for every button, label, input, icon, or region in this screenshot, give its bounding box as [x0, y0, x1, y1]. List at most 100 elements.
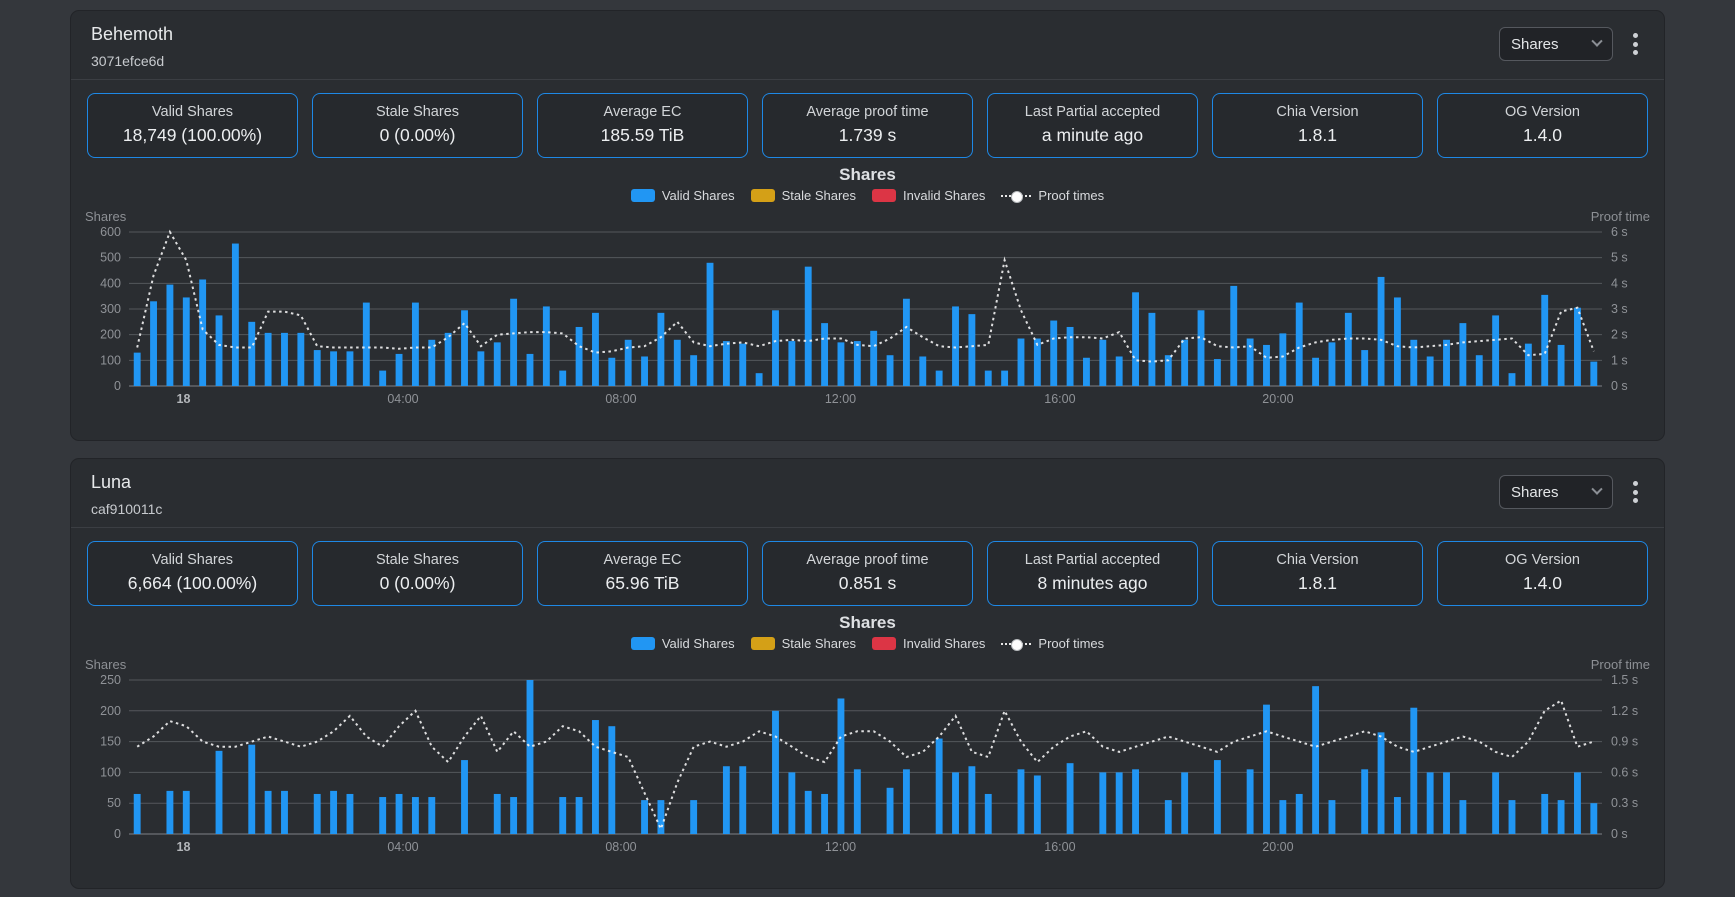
- stat-card-average-ec: Average EC 185.59 TiB: [537, 93, 748, 158]
- svg-text:16:00: 16:00: [1044, 392, 1075, 406]
- proof-times-dot-icon: [1001, 189, 1031, 203]
- svg-text:300: 300: [100, 302, 121, 316]
- harvester-id: 3071efce6d: [91, 53, 173, 69]
- valid-shares-swatch-icon: [631, 189, 655, 202]
- stat-label: Average proof time: [769, 104, 966, 120]
- shares-chart[interactable]: 2502001501005001.5 s1.2 s0.9 s0.6 s0.3 s…: [83, 672, 1652, 858]
- panel-header: Luna caf910011c Shares: [71, 459, 1664, 528]
- harvester-panel-behemoth: Behemoth 3071efce6d Shares Valid Shares …: [70, 10, 1665, 441]
- stat-card-last-partial: Last Partial accepted 8 minutes ago: [987, 541, 1198, 606]
- kebab-menu-icon[interactable]: [1627, 28, 1644, 60]
- svg-text:18: 18: [177, 840, 191, 854]
- stats-row: Valid Shares 6,664 (100.00%) Stale Share…: [87, 541, 1648, 606]
- stat-label: Stale Shares: [319, 552, 516, 568]
- chevron-down-icon: [1591, 36, 1602, 47]
- stat-card-stale-shares: Stale Shares 0 (0.00%): [312, 541, 523, 606]
- stat-value: 185.59 TiB: [544, 125, 741, 146]
- stat-label: Valid Shares: [94, 552, 291, 568]
- svg-text:0: 0: [114, 827, 121, 841]
- chevron-down-icon: [1591, 484, 1602, 495]
- stat-value: 1.4.0: [1444, 125, 1641, 146]
- svg-text:20:00: 20:00: [1262, 840, 1293, 854]
- svg-text:04:00: 04:00: [387, 840, 418, 854]
- chart-title: Shares: [71, 613, 1664, 633]
- svg-text:200: 200: [100, 328, 121, 342]
- svg-text:12:00: 12:00: [825, 392, 856, 406]
- stat-value: 1.739 s: [769, 125, 966, 146]
- svg-text:200: 200: [100, 704, 121, 718]
- chart-view-select[interactable]: Shares: [1499, 27, 1613, 61]
- stale-shares-swatch-icon: [751, 189, 775, 202]
- stale-shares-swatch-icon: [751, 637, 775, 650]
- legend-item-invalid-shares[interactable]: Invalid Shares: [872, 636, 985, 651]
- shares-chart[interactable]: 60050040030020010006 s5 s4 s3 s2 s1 s0 s…: [83, 224, 1652, 410]
- svg-text:4 s: 4 s: [1611, 276, 1628, 290]
- chart-title: Shares: [71, 165, 1664, 185]
- legend-item-stale-shares[interactable]: Stale Shares: [751, 188, 856, 203]
- svg-text:16:00: 16:00: [1044, 840, 1075, 854]
- right-axis-title: Proof time: [1591, 657, 1650, 672]
- legend-item-invalid-shares[interactable]: Invalid Shares: [872, 188, 985, 203]
- stat-value: 1.8.1: [1219, 125, 1416, 146]
- stat-card-valid-shares: Valid Shares 18,749 (100.00%): [87, 93, 298, 158]
- legend-item-valid-shares[interactable]: Valid Shares: [631, 636, 735, 651]
- stat-label: Average proof time: [769, 552, 966, 568]
- stat-card-chia-version: Chia Version 1.8.1: [1212, 541, 1423, 606]
- stat-label: Last Partial accepted: [994, 104, 1191, 120]
- legend-item-valid-shares[interactable]: Valid Shares: [631, 188, 735, 203]
- stat-label: Last Partial accepted: [994, 552, 1191, 568]
- stat-value: 6,664 (100.00%): [94, 573, 291, 594]
- invalid-shares-swatch-icon: [872, 637, 896, 650]
- legend-item-proof-times[interactable]: Proof times: [1001, 188, 1104, 203]
- svg-text:1 s: 1 s: [1611, 353, 1628, 367]
- svg-text:6 s: 6 s: [1611, 225, 1628, 239]
- stat-label: Chia Version: [1219, 104, 1416, 120]
- svg-text:250: 250: [100, 673, 121, 687]
- stat-label: OG Version: [1444, 552, 1641, 568]
- stat-label: Chia Version: [1219, 552, 1416, 568]
- stat-value: 1.8.1: [1219, 573, 1416, 594]
- svg-text:0.6 s: 0.6 s: [1611, 765, 1638, 779]
- invalid-shares-swatch-icon: [872, 189, 896, 202]
- svg-text:3 s: 3 s: [1611, 302, 1628, 316]
- chart-view-select[interactable]: Shares: [1499, 475, 1613, 509]
- stat-card-valid-shares: Valid Shares 6,664 (100.00%): [87, 541, 298, 606]
- svg-text:0.9 s: 0.9 s: [1611, 735, 1638, 749]
- svg-text:04:00: 04:00: [387, 392, 418, 406]
- kebab-menu-icon[interactable]: [1627, 476, 1644, 508]
- legend-item-stale-shares[interactable]: Stale Shares: [751, 636, 856, 651]
- svg-text:20:00: 20:00: [1262, 392, 1293, 406]
- harvester-id: caf910011c: [91, 501, 162, 517]
- stat-value: 8 minutes ago: [994, 573, 1191, 594]
- svg-text:08:00: 08:00: [605, 392, 636, 406]
- stat-label: Stale Shares: [319, 104, 516, 120]
- right-axis-title: Proof time: [1591, 209, 1650, 224]
- svg-text:0.3 s: 0.3 s: [1611, 796, 1638, 810]
- svg-text:0 s: 0 s: [1611, 827, 1628, 841]
- stat-card-chia-version: Chia Version 1.8.1: [1212, 93, 1423, 158]
- svg-text:08:00: 08:00: [605, 840, 636, 854]
- stat-value: 0 (0.00%): [319, 125, 516, 146]
- stats-row: Valid Shares 18,749 (100.00%) Stale Shar…: [87, 93, 1648, 158]
- svg-text:1.5 s: 1.5 s: [1611, 673, 1638, 687]
- stat-value: 0 (0.00%): [319, 573, 516, 594]
- harvester-panel-luna: Luna caf910011c Shares Valid Shares 6,66…: [70, 458, 1665, 889]
- svg-text:2 s: 2 s: [1611, 328, 1628, 342]
- stat-value: 1.4.0: [1444, 573, 1641, 594]
- svg-text:18: 18: [177, 392, 191, 406]
- stat-card-average-ec: Average EC 65.96 TiB: [537, 541, 748, 606]
- left-axis-title: Shares: [85, 209, 126, 224]
- legend-item-proof-times[interactable]: Proof times: [1001, 636, 1104, 651]
- svg-text:500: 500: [100, 251, 121, 265]
- svg-text:50: 50: [107, 796, 121, 810]
- svg-text:5 s: 5 s: [1611, 251, 1628, 265]
- svg-text:100: 100: [100, 353, 121, 367]
- stat-card-stale-shares: Stale Shares 0 (0.00%): [312, 93, 523, 158]
- stat-label: Average EC: [544, 552, 741, 568]
- stat-card-average-proof-time: Average proof time 1.739 s: [762, 93, 973, 158]
- dashboard: Behemoth 3071efce6d Shares Valid Shares …: [0, 0, 1735, 895]
- stat-value: 18,749 (100.00%): [94, 125, 291, 146]
- stat-label: Valid Shares: [94, 104, 291, 120]
- harvester-name: Behemoth: [91, 24, 173, 45]
- stat-label: Average EC: [544, 104, 741, 120]
